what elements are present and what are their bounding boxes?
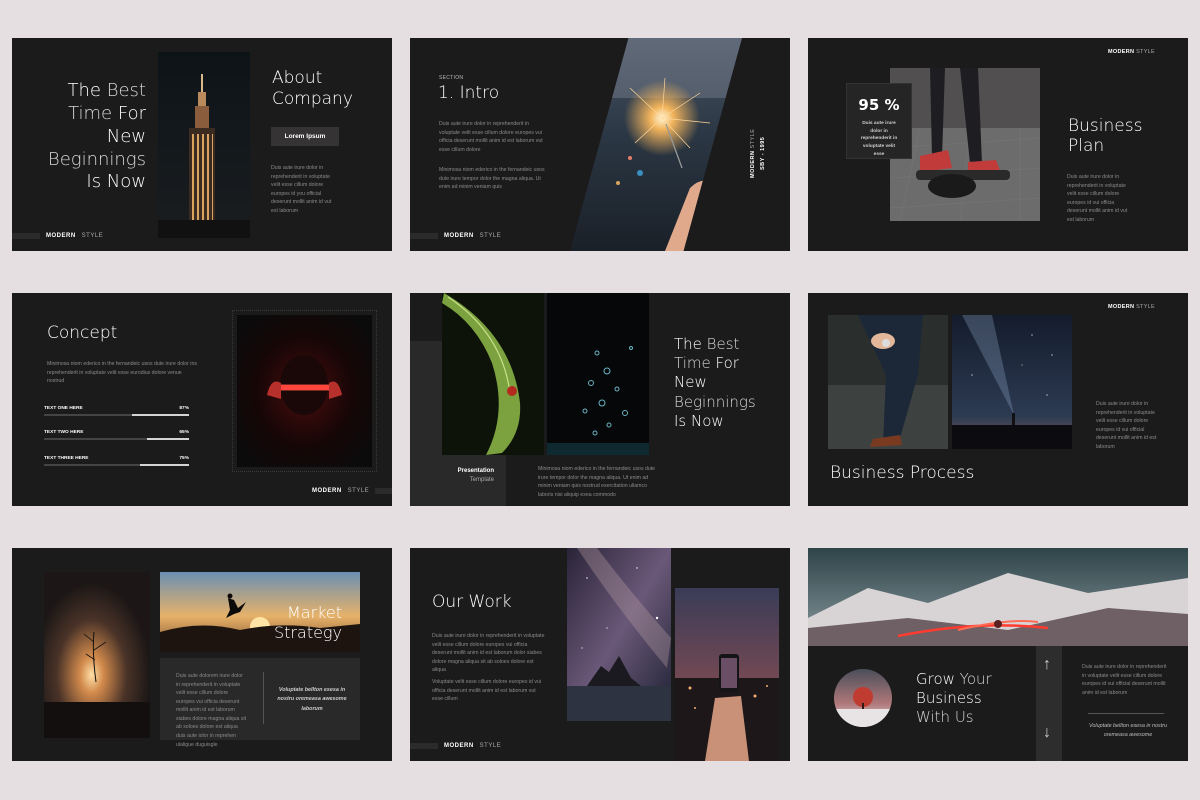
- footer-bar: [375, 488, 392, 494]
- section-label: SECTION: [439, 75, 464, 81]
- slide-business-process[interactable]: MODERN STYLE Business Process Duis aute …: [808, 293, 1188, 506]
- bar-track: [44, 464, 189, 466]
- brand-label: MODERN STYLE: [1108, 304, 1156, 310]
- sparkler-photo: [570, 38, 742, 251]
- slide-title: 1. Intro: [438, 83, 500, 103]
- quote-text: Voluptate bellton esesa in nostru oremea…: [1088, 723, 1168, 739]
- footer-bar: [410, 233, 438, 239]
- body-text: Duis aute irure dolor in reprehenderit i…: [271, 165, 332, 214]
- slide-title: Concept: [47, 323, 118, 343]
- side-panel: [410, 341, 442, 506]
- body-text-2: Minimosa niom ederico in the fernandeic …: [439, 167, 545, 191]
- template-label-box: Presentation Template: [442, 455, 506, 506]
- vertical-year: SBY - 1995: [760, 136, 766, 170]
- slide-grow-business[interactable]: Grow Your Business With Us ↑ ↓ Duis aute…: [808, 548, 1188, 761]
- body-text: Duis aute dolorem irure dolor in reprehe…: [176, 673, 247, 748]
- sunset-grass-photo: [44, 572, 150, 738]
- footer-brand: MODERN STYLE: [410, 743, 501, 749]
- slide-title: Grow Your Business With Us: [916, 670, 992, 727]
- bar-track: [44, 414, 189, 416]
- slide-title: Market Strategy: [274, 603, 342, 642]
- bar-value: 65%: [179, 430, 189, 435]
- starry-sky-photo: [952, 315, 1072, 449]
- progress-bar-1: TEXT ONE HERE 87%: [44, 406, 189, 416]
- footer-bar: [12, 233, 40, 239]
- slide-presentation-template[interactable]: The Best Time For New Beginnings Is Now …: [410, 293, 790, 506]
- arrow-column: ↑ ↓: [1036, 646, 1062, 761]
- slide-title: The Best Time For New Beginnings Is Now: [47, 80, 146, 193]
- image-frame: [232, 310, 377, 472]
- slide-market-strategy[interactable]: Market Strategy Duis aute dolorem irure …: [12, 548, 392, 761]
- bar-fill: [146, 438, 189, 440]
- leaf-photo: [442, 293, 544, 455]
- footer-brand: MODERN STYLE: [410, 233, 501, 239]
- divider: [263, 672, 264, 724]
- body-text: Duis aute irure dolor in reprehenderit i…: [1067, 174, 1128, 223]
- bar-label: TEXT TWO HERE: [44, 430, 84, 435]
- milky-way-photo: [567, 548, 671, 721]
- bar-value: 75%: [179, 456, 189, 461]
- onewheel-photo: [890, 68, 1040, 221]
- brand-label: MODERN STYLE: [1108, 49, 1156, 55]
- stat-card: 95 % Duis aute irure dolor in reprehende…: [846, 83, 912, 159]
- body-text: Minimosa niom ederico in the fernandeic …: [538, 466, 656, 498]
- slide-intro[interactable]: SECTION 1. Intro Duis aute irure dolor i…: [410, 38, 790, 251]
- arrow-down-icon: ↓: [1043, 724, 1051, 741]
- snow-mountain-photo: [808, 548, 1188, 646]
- bar-label: TEXT THREE HERE: [44, 456, 89, 461]
- slide-our-work[interactable]: Our Work Duis aute irure dolor in repreh…: [410, 548, 790, 761]
- red-light-photo: [237, 315, 372, 467]
- text-card: Duis aute dolorem irure dolor in reprehe…: [160, 658, 360, 748]
- lorem-ipsum-button[interactable]: Lorem Ipsum: [271, 127, 339, 146]
- section-heading: About Company: [272, 68, 353, 109]
- vertical-brand: MODERN STYLE: [750, 128, 756, 178]
- bar-fill: [140, 464, 189, 466]
- footer-brand: MODERN STYLE: [12, 233, 103, 239]
- bar-value: 87%: [179, 406, 189, 411]
- slide-title: Our Work: [432, 592, 512, 612]
- bar-label: TEXT ONE HERE: [44, 406, 83, 411]
- body-text-1: Duis aute irure dolor in reprehenderit i…: [432, 633, 545, 674]
- slide-title: The Best Time For New Beginnings Is Now: [674, 335, 756, 430]
- businessman-watch-photo: [828, 315, 948, 449]
- body-text: Minimosa niom ederico in the fernandeic …: [47, 361, 197, 385]
- building-night-photo: [158, 52, 250, 238]
- bar-track: [44, 438, 189, 440]
- progress-bar-2: TEXT TWO HERE 65%: [44, 430, 189, 440]
- slide-about-company[interactable]: The Best Time For New Beginnings Is Now …: [12, 38, 392, 251]
- slide-title: Business Process: [830, 463, 975, 483]
- slide-title: Business Plan: [1068, 116, 1143, 157]
- footer-bar: [410, 743, 438, 749]
- body-text: Duis aute irure dolor in reprehenderit i…: [1082, 664, 1167, 696]
- stat-value: 95 %: [858, 96, 900, 114]
- bar-fill: [132, 414, 189, 416]
- body-text: Duis aute irure dolor in reprehenderit i…: [1096, 401, 1157, 450]
- arrow-up-icon: ↑: [1043, 656, 1051, 673]
- tree-circle-photo: [834, 669, 892, 727]
- phone-city-photo: [675, 588, 779, 761]
- slide-business-plan[interactable]: MODERN STYLE 95 % Duis aute irure dolor …: [808, 38, 1188, 251]
- footer-brand: MODERN STYLE: [312, 488, 392, 494]
- bubbles-photo: [547, 293, 649, 455]
- slide-concept[interactable]: Concept Minimosa niom ederico in the fer…: [12, 293, 392, 506]
- body-text-1: Duis aute irure dolor in reprehenderit i…: [439, 121, 543, 153]
- body-text-2: Voluptate velit esse cillum dolore europ…: [432, 679, 541, 703]
- quote-divider: [1088, 713, 1164, 714]
- stat-text: Duis aute irure dolor in reprehenderit i…: [860, 121, 898, 157]
- quote-text: Voluptate bellton esesa in nostru oremea…: [277, 687, 347, 712]
- progress-bar-3: TEXT THREE HERE 75%: [44, 456, 189, 466]
